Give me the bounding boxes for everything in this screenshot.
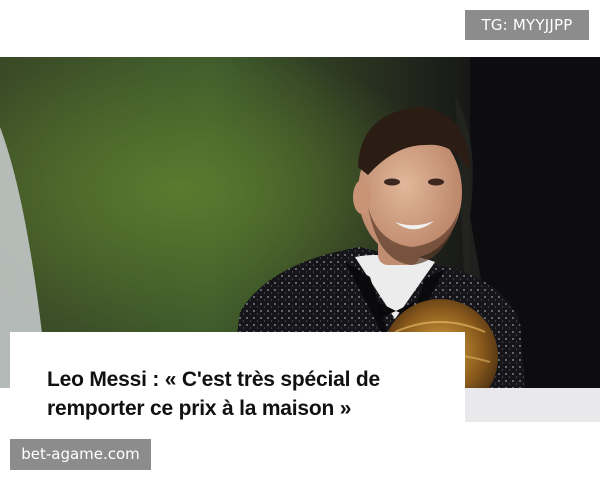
article-caption-card[interactable]: Leo Messi : « C'est très spécial de remp…	[10, 332, 465, 424]
headline-line-2: remporter ce prix à la maison »	[47, 397, 352, 420]
site-watermark: bet-agame.com	[10, 439, 151, 470]
article-headline[interactable]: Leo Messi : « C'est très spécial de remp…	[47, 365, 447, 423]
telegram-watermark: TG: MYYJJPP	[465, 10, 589, 40]
headline-line-1: Leo Messi : « C'est très spécial de	[47, 368, 380, 391]
background-strip	[465, 388, 600, 422]
